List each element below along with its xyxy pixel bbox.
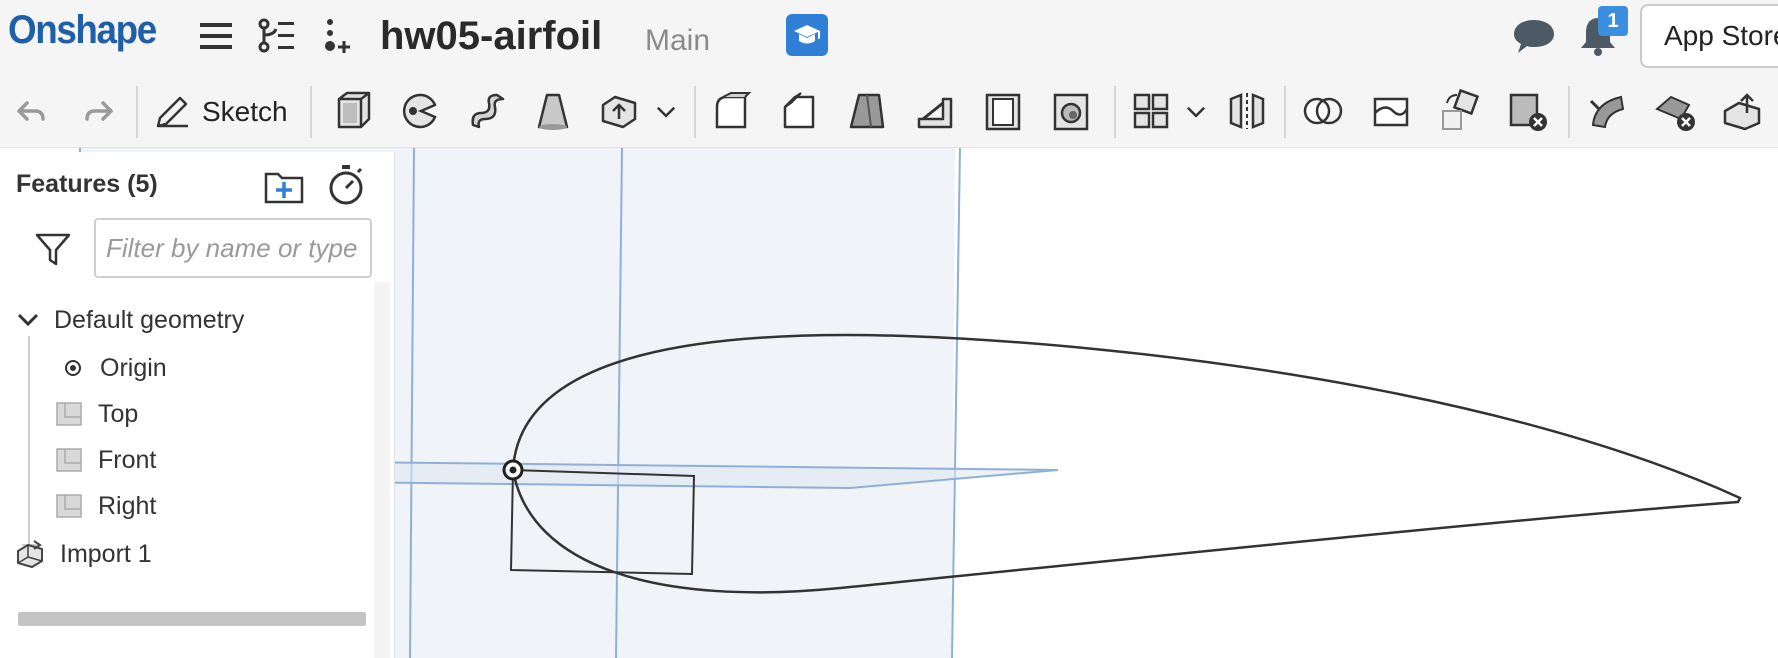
move-face-icon[interactable] <box>1718 86 1768 136</box>
notification-count-badge[interactable]: 1 <box>1598 6 1628 36</box>
tree-item-label: Import 1 <box>60 539 152 568</box>
add-folder-icon[interactable] <box>262 166 306 206</box>
redo-icon[interactable] <box>74 86 124 136</box>
top-header: Onshape hw05-airfoil Main 1 App Store <box>0 0 1778 76</box>
tree-item-origin[interactable]: Origin <box>60 346 167 390</box>
origin-marker-dot <box>509 466 517 474</box>
chamfer-icon[interactable] <box>774 86 824 136</box>
feature-toolbar: Sketch <box>0 76 1778 148</box>
boolean-icon[interactable] <box>1298 86 1348 136</box>
tree-item-front[interactable]: Front <box>54 438 156 482</box>
pattern-dropdown-icon[interactable] <box>1178 86 1214 136</box>
plane-icon <box>56 494 82 518</box>
education-badge-icon[interactable] <box>786 14 828 56</box>
thicken-icon[interactable] <box>594 86 644 136</box>
filter-icon[interactable] <box>34 230 72 268</box>
tree-item-label: Front <box>98 445 157 474</box>
sketch-button[interactable]: Sketch <box>152 86 288 138</box>
tree-item-top[interactable]: Top <box>54 392 138 436</box>
horizontal-scrollbar[interactable] <box>18 612 366 626</box>
panel-scroll-track[interactable] <box>374 282 390 658</box>
hamburger-menu-icon[interactable] <box>196 16 236 56</box>
origin-icon <box>65 360 81 376</box>
mirror-icon[interactable] <box>1222 86 1272 136</box>
loft-icon[interactable] <box>528 86 578 136</box>
extrude-icon[interactable] <box>328 86 378 136</box>
branch-label[interactable]: Main <box>645 24 710 58</box>
shell-icon[interactable] <box>978 86 1028 136</box>
comments-icon[interactable] <box>1512 16 1556 56</box>
delete-part-icon[interactable] <box>1502 86 1552 136</box>
more-dropdown-icon[interactable] <box>648 86 684 136</box>
chevron-down-icon[interactable] <box>14 306 42 334</box>
toolbar-divider <box>1568 86 1570 138</box>
sweep-icon[interactable] <box>462 86 512 136</box>
tree-item-label: Right <box>98 491 157 520</box>
plane-icon <box>56 448 82 472</box>
plane-icon <box>56 402 82 426</box>
import-icon <box>17 540 43 568</box>
sketch-icon <box>156 96 188 128</box>
fillet-icon[interactable] <box>706 86 756 136</box>
toolbar-divider <box>136 86 138 138</box>
undo-icon[interactable] <box>6 86 56 136</box>
feature-list-panel: Features (5) Default geometry Origin Top… <box>0 152 395 658</box>
tree-connector-line <box>28 336 30 546</box>
feature-filter-input[interactable] <box>94 218 372 278</box>
default-geometry-label: Default geometry <box>54 305 245 334</box>
tree-item-right[interactable]: Right <box>54 484 156 528</box>
sketch-label: Sketch <box>202 96 288 127</box>
modify-fillet-icon[interactable] <box>1582 86 1632 136</box>
tree-item-label: Top <box>98 399 139 428</box>
tree-item-label: Origin <box>100 353 167 382</box>
revolve-icon[interactable] <box>396 86 446 136</box>
features-title: Features (5) <box>16 170 158 198</box>
rib-icon[interactable] <box>910 86 960 136</box>
draft-icon[interactable] <box>842 86 892 136</box>
rollback-timer-icon[interactable] <box>326 162 366 206</box>
toolbar-divider <box>1114 86 1116 138</box>
tree-item-import-1[interactable]: Import 1 <box>14 532 152 576</box>
hole-icon[interactable] <box>1046 86 1096 136</box>
default-geometry-group[interactable]: Default geometry <box>14 298 244 342</box>
toolbar-divider <box>310 86 312 138</box>
delete-face-icon[interactable] <box>1650 86 1700 136</box>
toolbar-divider <box>694 86 696 138</box>
insert-feature-icon[interactable] <box>318 16 358 56</box>
toolbar-divider <box>1284 86 1286 138</box>
split-icon[interactable] <box>1366 86 1416 136</box>
transform-icon[interactable] <box>1434 86 1484 136</box>
versions-history-icon[interactable] <box>256 16 296 56</box>
onshape-logo[interactable]: Onshape <box>8 8 157 53</box>
app-store-button[interactable]: App Store <box>1640 4 1778 68</box>
document-title[interactable]: hw05-airfoil <box>380 14 602 59</box>
pattern-icon[interactable] <box>1126 86 1176 136</box>
